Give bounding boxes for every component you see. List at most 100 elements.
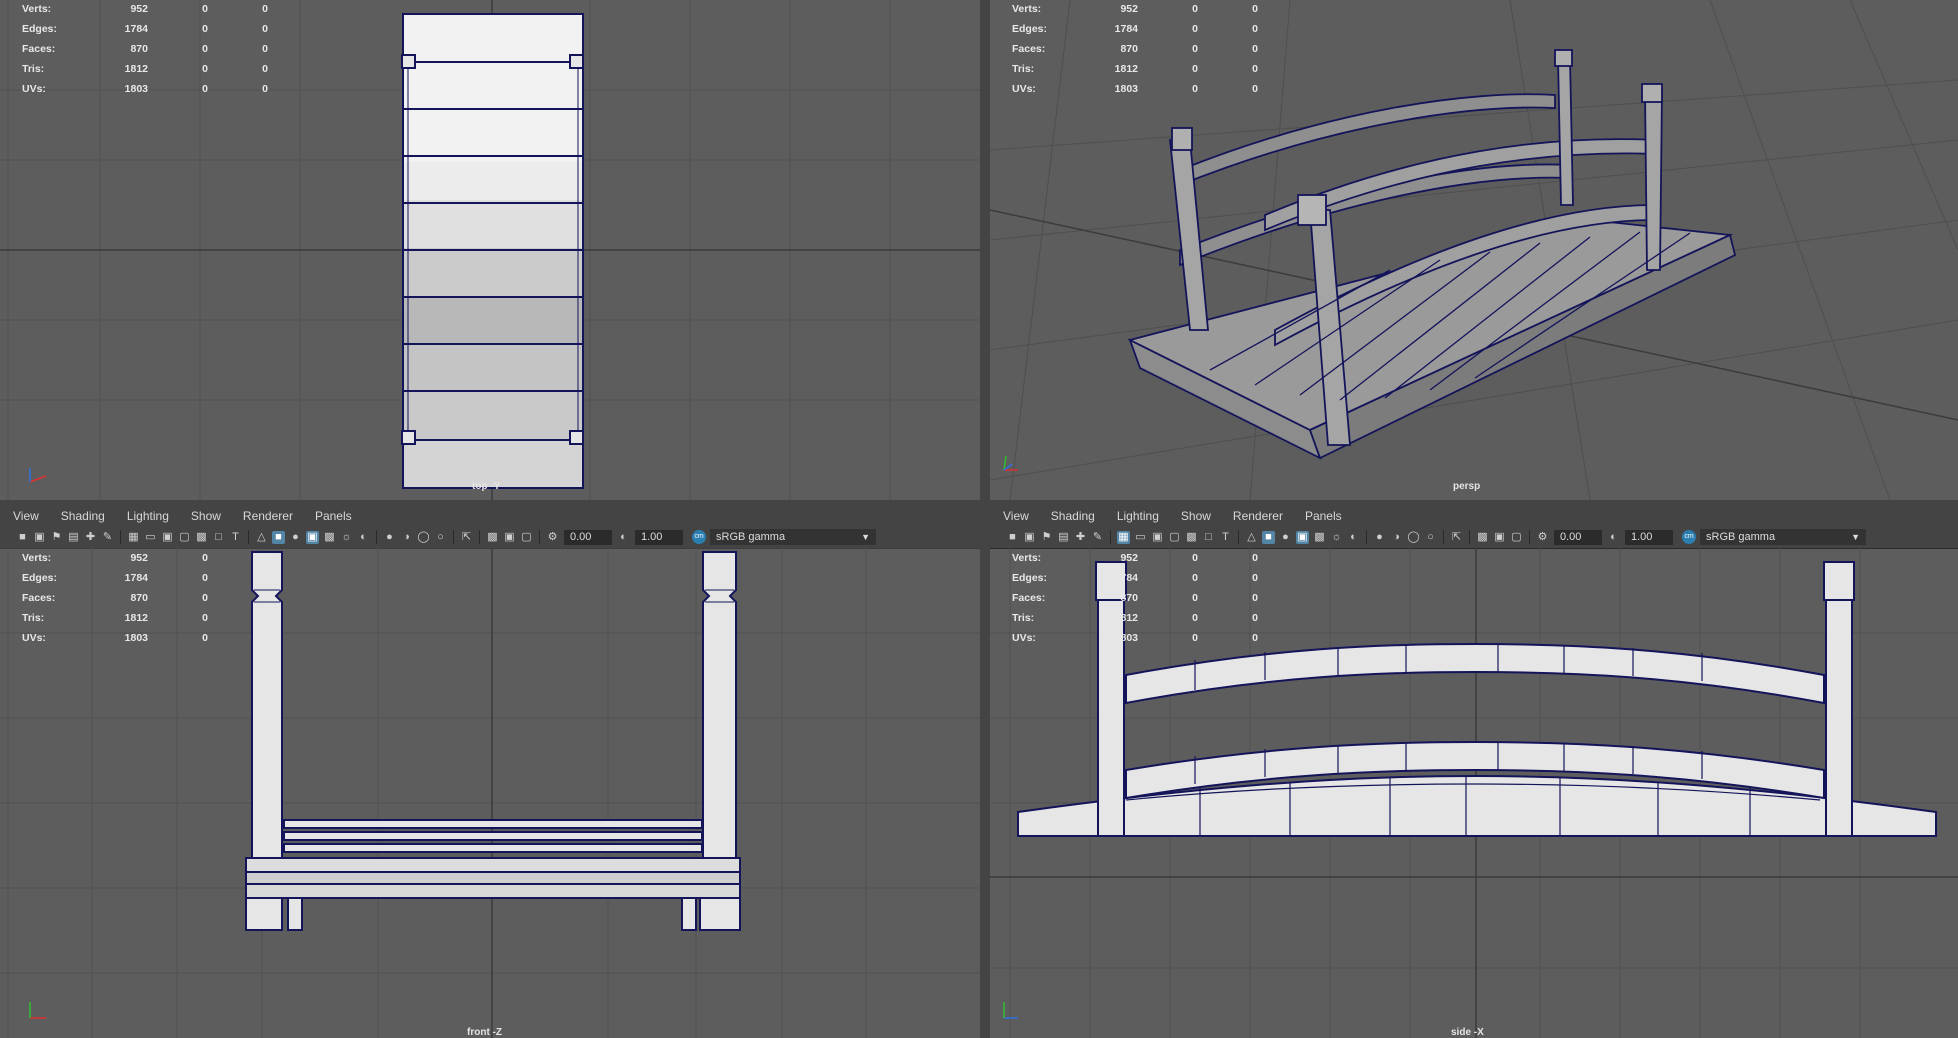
hud-value: 0: [1192, 63, 1198, 75]
safe-action-icon[interactable]: □: [212, 531, 225, 544]
2d-pan-icon[interactable]: ✚: [84, 531, 97, 544]
menu-renderer[interactable]: Renderer: [1220, 509, 1292, 523]
camera-icon[interactable]: ■: [16, 531, 29, 544]
resolution-gate-icon[interactable]: ▣: [161, 531, 174, 544]
smooth-shade-icon[interactable]: ■: [1262, 530, 1275, 544]
wireframe-icon[interactable]: △: [1245, 531, 1258, 544]
xray-icon[interactable]: ▩: [1476, 531, 1489, 544]
menu-lighting[interactable]: Lighting: [1104, 509, 1168, 523]
screen-space-ao-icon[interactable]: ●: [1373, 531, 1386, 544]
hud-value: 0: [1192, 612, 1198, 624]
exposure-field[interactable]: 0.00: [1554, 529, 1602, 545]
isolate-icon[interactable]: ⇱: [1450, 531, 1463, 544]
exposure-icon[interactable]: ⚙: [546, 531, 559, 544]
viewport-side[interactable]: View Shading Lighting Show Renderer Pane…: [990, 506, 1958, 1038]
hud-value: 0: [1252, 612, 1258, 624]
exposure-field[interactable]: 0.00: [564, 529, 612, 545]
safe-action-icon[interactable]: □: [1202, 531, 1215, 544]
grid-icon[interactable]: ▦: [127, 531, 140, 544]
bookmark-icon[interactable]: ⚑: [1040, 531, 1053, 544]
2d-pan-icon[interactable]: ✚: [1074, 531, 1087, 544]
grease-pencil-icon[interactable]: ✎: [1091, 531, 1104, 544]
hud-stats-top: Verts: 952 0 0 Edges: 1784 0 0 Faces: 870 0 0 Tri…: [22, 0, 268, 99]
xray-icon[interactable]: ▩: [486, 531, 499, 544]
gate-mask-icon[interactable]: ▢: [1168, 531, 1181, 544]
menu-view[interactable]: View: [990, 509, 1038, 523]
hud-value: 0: [202, 63, 208, 75]
color-space-select[interactable]: sRGB gamma ▼: [1700, 529, 1866, 545]
menu-shading[interactable]: Shading: [1038, 509, 1104, 523]
textured-icon[interactable]: ▩: [1313, 531, 1326, 544]
shadows-icon[interactable]: ◐: [357, 531, 370, 544]
menu-show[interactable]: Show: [1168, 509, 1220, 523]
grid-icon[interactable]: ▦: [1117, 530, 1130, 544]
hud-value: 0: [1252, 592, 1258, 604]
gamma-icon[interactable]: ◐: [617, 531, 630, 544]
default-material-icon[interactable]: ●: [289, 531, 302, 544]
menu-view[interactable]: View: [0, 509, 48, 523]
viewport-top[interactable]: Verts: 952 0 0 Edges: 1784 0 0 Faces: 870 0 0 Tri…: [0, 0, 980, 500]
dof-icon[interactable]: ○: [434, 531, 447, 544]
menu-show[interactable]: Show: [178, 509, 230, 523]
menu-lighting[interactable]: Lighting: [114, 509, 178, 523]
hud-value: 0: [262, 43, 268, 55]
wireframe-on-shaded-icon[interactable]: ▣: [306, 530, 319, 544]
anti-alias-icon[interactable]: ◯: [417, 531, 430, 544]
gamma-field[interactable]: 1.00: [1625, 529, 1673, 545]
hud-value: 1784: [1114, 572, 1138, 584]
menu-panels[interactable]: Panels: [1292, 509, 1351, 523]
shadows-icon[interactable]: ◐: [1347, 531, 1360, 544]
viewport-front[interactable]: View Shading Lighting Show Renderer Pane…: [0, 506, 980, 1038]
chevron-down-icon: ▼: [861, 532, 870, 542]
panel-divider-vertical[interactable]: [980, 0, 990, 1038]
hud-stats-front: Verts: 952 0 0 Edges: 1784 0 0 Faces: 870 0 0 Tri…: [22, 548, 268, 648]
motion-blur-icon[interactable]: ◑: [1390, 531, 1403, 544]
dof-icon[interactable]: ○: [1424, 531, 1437, 544]
color-space-icon[interactable]: cm: [1682, 530, 1696, 544]
gate-mask-icon[interactable]: ▢: [178, 531, 191, 544]
bookmark-icon[interactable]: ⚑: [50, 531, 63, 544]
xray-component-icon[interactable]: ▢: [520, 531, 533, 544]
image-plane-icon[interactable]: ▤: [67, 531, 80, 544]
camera-attr-icon[interactable]: ▣: [1023, 531, 1036, 544]
textured-icon[interactable]: ▩: [323, 531, 336, 544]
wireframe-icon[interactable]: △: [255, 531, 268, 544]
film-gate-icon[interactable]: ▭: [144, 531, 157, 544]
smooth-shade-icon[interactable]: ■: [272, 530, 285, 544]
safe-title-icon[interactable]: T: [1219, 531, 1232, 544]
image-plane-icon[interactable]: ▤: [1057, 531, 1070, 544]
camera-icon[interactable]: ■: [1006, 531, 1019, 544]
light-icon[interactable]: ☼: [1330, 531, 1343, 544]
anti-alias-icon[interactable]: ◯: [1407, 531, 1420, 544]
color-space-select[interactable]: sRGB gamma ▼: [710, 529, 876, 545]
light-icon[interactable]: ☼: [340, 531, 353, 544]
menu-shading[interactable]: Shading: [48, 509, 114, 523]
resolution-gate-icon[interactable]: ▣: [1151, 531, 1164, 544]
screen-space-ao-icon[interactable]: ●: [383, 531, 396, 544]
color-space-icon[interactable]: cm: [692, 530, 706, 544]
gamma-icon[interactable]: ◐: [1607, 531, 1620, 544]
exposure-icon[interactable]: ⚙: [1536, 531, 1549, 544]
isolate-icon[interactable]: ⇱: [460, 531, 473, 544]
xray-joints-icon[interactable]: ▣: [503, 531, 516, 544]
hud-value: 0: [202, 43, 208, 55]
camera-attr-icon[interactable]: ▣: [33, 531, 46, 544]
hud-value: 0: [1192, 3, 1198, 15]
menu-panels[interactable]: Panels: [302, 509, 361, 523]
field-chart-icon[interactable]: ▩: [1185, 531, 1198, 544]
motion-blur-icon[interactable]: ◑: [400, 531, 413, 544]
viewport-persp[interactable]: Verts: 952 0 0 Edges: 1784 0 0 Faces: 870 0 0 Tri…: [990, 0, 1958, 500]
xray-component-icon[interactable]: ▢: [1510, 531, 1523, 544]
film-gate-icon[interactable]: ▭: [1134, 531, 1147, 544]
hud-label: UVs:: [22, 83, 46, 95]
wireframe-on-shaded-icon[interactable]: ▣: [1296, 530, 1309, 544]
menu-renderer[interactable]: Renderer: [230, 509, 302, 523]
safe-title-icon[interactable]: T: [229, 531, 242, 544]
default-material-icon[interactable]: ●: [1279, 531, 1292, 544]
xray-joints-icon[interactable]: ▣: [1493, 531, 1506, 544]
field-chart-icon[interactable]: ▩: [195, 531, 208, 544]
panel-divider-horizontal[interactable]: [0, 500, 1958, 506]
hud-value: 0: [1252, 632, 1258, 644]
gamma-field[interactable]: 1.00: [635, 529, 683, 545]
grease-pencil-icon[interactable]: ✎: [101, 531, 114, 544]
